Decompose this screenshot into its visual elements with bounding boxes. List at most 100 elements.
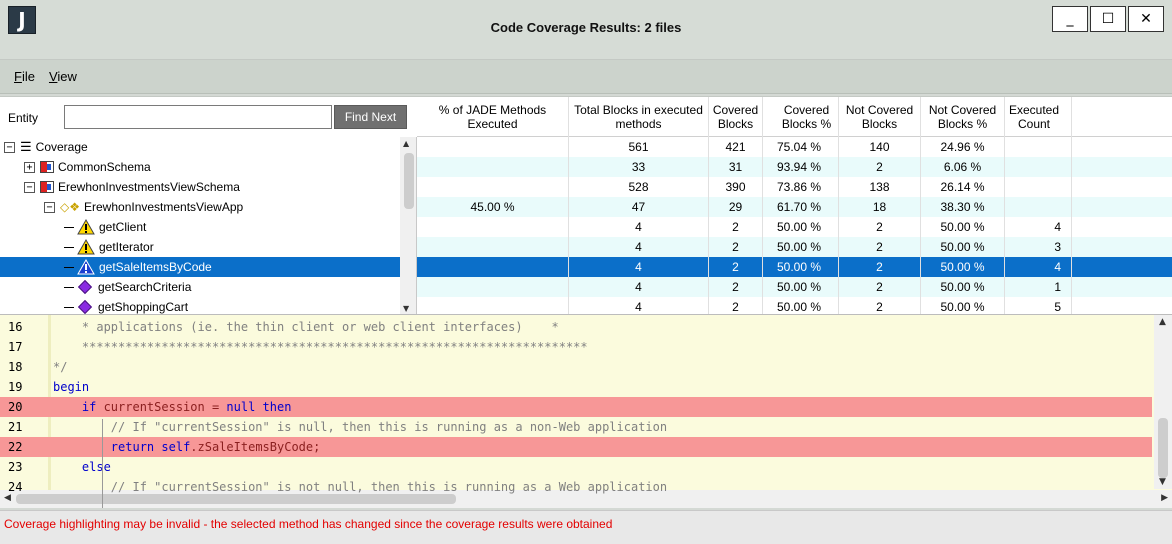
code-vscroll-thumb[interactable] — [1158, 418, 1168, 478]
table-cell — [417, 157, 569, 177]
find-next-button[interactable]: Find Next — [334, 105, 407, 129]
scroll-right-icon[interactable]: ▶ — [1161, 493, 1168, 503]
table-cell — [417, 257, 569, 277]
table-row[interactable]: 4 2 50.00 % 2 50.00 % 1 — [417, 277, 1172, 297]
tree-scroll-thumb[interactable] — [404, 153, 414, 209]
code-line: 16 * applications (ie. the thin client o… — [0, 317, 1152, 337]
tree-scrollbar[interactable]: ▲ ▼ — [400, 137, 416, 315]
table-cell: 50.00 % — [921, 217, 1005, 237]
table-cell: 50.00 % — [763, 237, 839, 257]
column-header[interactable]: Total Blocks in executed methods — [569, 97, 709, 137]
column-header[interactable]: Covered Blocks % — [763, 97, 839, 137]
tree-item-label: ErewhonInvestmentsViewSchema — [58, 180, 240, 194]
tree-item-label: ErewhonInvestmentsViewApp — [84, 200, 244, 214]
table-cell: 50.00 % — [763, 217, 839, 237]
code-line: 19 begin — [0, 377, 1152, 397]
coverage-tree[interactable]: ▲ ▼ − ☰ Coverage + CommonSchema − ErewhonInves… — [0, 137, 417, 315]
collapse-icon[interactable]: − — [4, 141, 15, 153]
tree-item-label: getShoppingCart — [98, 300, 189, 314]
table-row[interactable]: 45.00 % 47 29 61.70 % 18 38.30 % — [417, 197, 1172, 217]
scroll-up-icon[interactable]: ▲ — [403, 139, 409, 148]
tree-connector — [64, 306, 74, 308]
collapse-icon[interactable]: − — [24, 181, 35, 193]
scroll-up-icon[interactable]: ▲ — [1159, 317, 1166, 327]
table-row[interactable]: 4 2 50.00 % 2 50.00 % 4 — [417, 257, 1172, 277]
table-row[interactable]: 4 2 50.00 % 2 50.00 % 3 — [417, 237, 1172, 257]
grid-body: 561 421 75.04 % 140 24.96 % 33 31 93.94 % 2 6.06 … — [417, 137, 1172, 315]
line-number: 16 — [8, 320, 23, 334]
code-text: // If "currentSession" is not null, then… — [53, 480, 668, 494]
list-icon: ☰ — [20, 139, 32, 154]
table-cell: 50.00 % — [921, 297, 1005, 315]
menu-view[interactable]: View — [49, 69, 77, 84]
tree-item[interactable]: getIterator — [0, 237, 400, 257]
table-cell — [417, 137, 569, 157]
table-cell: 29 — [709, 197, 763, 217]
scroll-down-icon[interactable]: ▼ — [1159, 477, 1166, 487]
tree-connector — [64, 226, 74, 228]
table-cell: 24.96 % — [921, 137, 1005, 157]
tree-item[interactable]: + CommonSchema — [0, 157, 400, 177]
column-header[interactable]: Covered Blocks — [709, 97, 763, 137]
source-code-view[interactable]: ▲ ▼ ◀ ▶ 16 * applications (ie. the thin … — [0, 314, 1172, 508]
maximize-button[interactable]: ☐ — [1090, 6, 1126, 32]
menu-view-label: iew — [57, 69, 77, 84]
schema-icon — [40, 181, 54, 193]
table-cell: 2 — [709, 237, 763, 257]
table-cell: 4 — [1005, 257, 1072, 277]
tree-item[interactable]: getSaleItemsByCode — [0, 257, 400, 277]
table-cell: 6.06 % — [921, 157, 1005, 177]
table-row[interactable]: 528 390 73.86 % 138 26.14 % — [417, 177, 1172, 197]
tree-item[interactable]: − ◇❖ ErewhonInvestmentsViewApp — [0, 197, 400, 217]
tree-item[interactable]: getSearchCriteria — [0, 277, 400, 297]
tree-item-label: getIterator — [99, 240, 154, 254]
title-bar: J Code Coverage Results: 2 files _ ☐ ✕ — [0, 0, 1172, 60]
table-row[interactable]: 4 2 50.00 % 2 50.00 % 4 — [417, 217, 1172, 237]
tree-item-label: Coverage — [35, 140, 88, 154]
line-number: 19 — [8, 380, 23, 394]
column-header[interactable]: Not Covered Blocks — [839, 97, 921, 137]
code-text: if currentSession = null then — [81, 400, 292, 414]
table-cell: 2 — [709, 257, 763, 277]
table-cell: 1 — [1005, 277, 1072, 297]
scroll-down-icon[interactable]: ▼ — [403, 304, 409, 313]
minimize-button[interactable]: _ — [1052, 6, 1088, 32]
code-vertical-scrollbar[interactable]: ▲ ▼ — [1154, 315, 1172, 489]
entity-search-bar: Entity Find Next — [0, 97, 417, 137]
tree-item[interactable]: − ErewhonInvestmentsViewSchema — [0, 177, 400, 197]
expand-icon[interactable]: + — [24, 161, 35, 173]
table-cell — [417, 217, 569, 237]
table-row[interactable]: 33 31 93.94 % 2 6.06 % — [417, 157, 1172, 177]
table-row[interactable]: 561 421 75.04 % 140 24.96 % — [417, 137, 1172, 157]
code-coverage-window: J Code Coverage Results: 2 files _ ☐ ✕ F… — [0, 0, 1172, 544]
table-cell: 4 — [569, 297, 709, 315]
table-cell: 50.00 % — [921, 257, 1005, 277]
close-button[interactable]: ✕ — [1128, 6, 1164, 32]
coverage-grid: % of JADE Methods Executed Total Blocks i… — [417, 97, 1172, 315]
table-cell: 561 — [569, 137, 709, 157]
table-cell: 4 — [569, 277, 709, 297]
tree-item-label: CommonSchema — [58, 160, 151, 174]
tree-item-label: getClient — [99, 220, 147, 234]
table-cell — [1005, 157, 1072, 177]
table-cell: 2 — [839, 277, 921, 297]
tree-item[interactable]: getShoppingCart — [0, 297, 400, 315]
highlighted-code-line: 22 return self.zSaleItemsByCode; — [0, 437, 1152, 457]
collapse-icon[interactable]: − — [44, 201, 55, 213]
column-header[interactable]: % of JADE Methods Executed — [417, 97, 569, 137]
code-line: 24 // If "currentSession" is not null, t… — [0, 477, 1152, 497]
table-row[interactable]: 4 2 50.00 % 2 50.00 % 5 — [417, 297, 1172, 315]
column-header[interactable]: Executed Count — [1005, 97, 1072, 137]
menu-file-label: ile — [21, 69, 35, 84]
table-cell: 50.00 % — [921, 237, 1005, 257]
line-number: 20 — [8, 400, 23, 414]
column-header[interactable]: Not Covered Blocks % — [921, 97, 1005, 137]
table-cell: 38.30 % — [921, 197, 1005, 217]
table-cell: 2 — [839, 217, 921, 237]
tree-item[interactable]: − ☰ Coverage — [0, 137, 400, 157]
tree-item-label: getSearchCriteria — [98, 280, 192, 294]
menu-file[interactable]: File — [14, 69, 35, 84]
tree-item[interactable]: getClient — [0, 217, 400, 237]
entity-input[interactable] — [64, 105, 332, 129]
tree-connector — [64, 286, 74, 288]
